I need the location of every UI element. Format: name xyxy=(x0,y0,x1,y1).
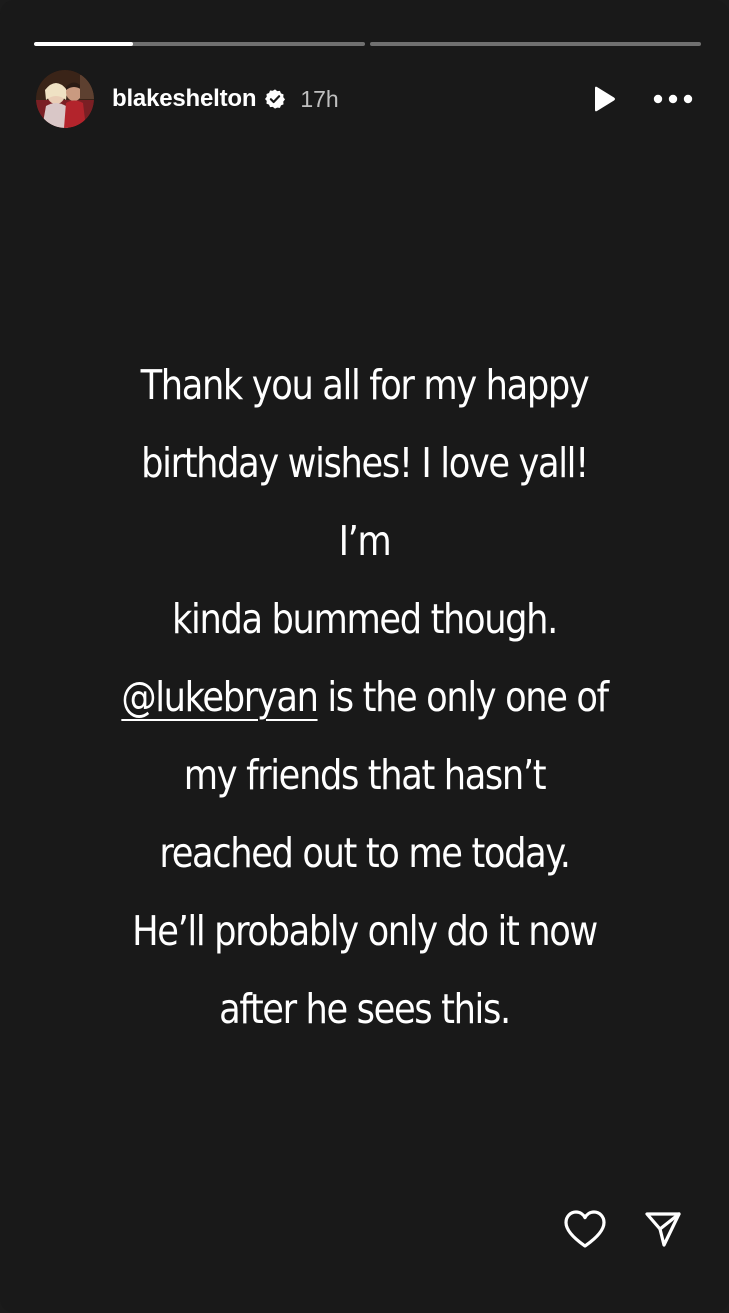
story-viewer: blakeshelton 17h Thank you all for my ha… xyxy=(0,0,729,1313)
mention-link[interactable]: @lukebryan xyxy=(121,673,319,721)
progress-segment xyxy=(34,42,365,46)
story-text-line: birthday wishes! I love yall! I’m xyxy=(141,439,589,565)
story-progress-bars xyxy=(34,42,701,46)
progress-fill xyxy=(34,42,134,46)
story-text: Thank you all for my happy birthday wish… xyxy=(111,346,618,1048)
avatar-image xyxy=(36,70,94,128)
verified-badge-icon xyxy=(264,88,286,110)
more-options-icon[interactable] xyxy=(653,84,693,114)
story-text-line: after he sees this. xyxy=(219,985,511,1033)
story-text-fragment: is the only one of xyxy=(317,673,609,721)
post-timestamp: 17h xyxy=(300,85,339,112)
story-text-line: my friends that hasn’t xyxy=(183,751,547,799)
heart-icon[interactable] xyxy=(563,1207,607,1251)
avatar[interactable] xyxy=(36,70,94,128)
progress-segment xyxy=(370,42,701,46)
send-icon[interactable] xyxy=(641,1207,685,1251)
play-icon[interactable] xyxy=(589,84,619,114)
story-text-line: @lukebryan is the only one of xyxy=(111,658,618,736)
story-text-line: reached out to me today. xyxy=(159,829,571,877)
story-actions xyxy=(563,1207,685,1251)
story-header: blakeshelton 17h xyxy=(36,68,693,130)
story-text-line: kinda bummed though. xyxy=(172,595,558,643)
story-text-line: He’ll probably only do it now xyxy=(132,907,598,955)
username[interactable]: blakeshelton xyxy=(112,85,257,113)
story-text-line: Thank you all for my happy xyxy=(140,361,590,409)
